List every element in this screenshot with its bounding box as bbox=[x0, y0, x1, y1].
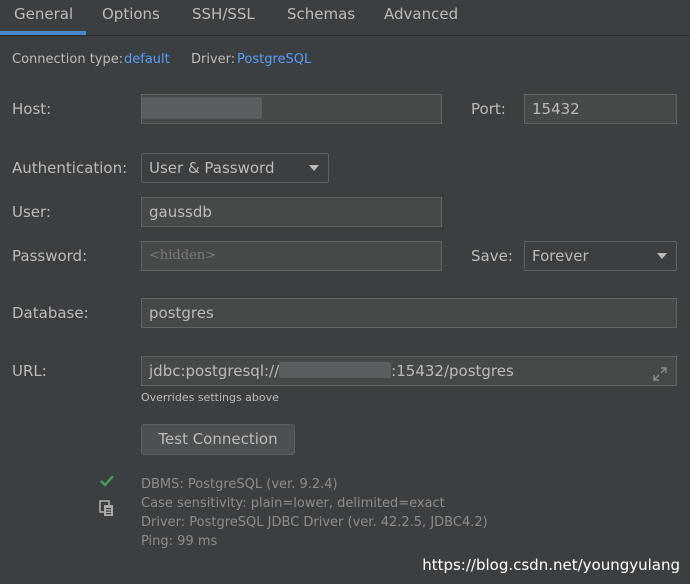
tab-advanced[interactable]: Advanced bbox=[384, 0, 458, 35]
result-case-sensitivity: Case sensitivity: plain=lower, delimited… bbox=[141, 496, 445, 511]
redacted-url-host bbox=[279, 362, 392, 378]
tab-bar: General Options SSH/SSL Schemas Advanced bbox=[0, 0, 690, 36]
password-input[interactable]: <hidden> bbox=[141, 241, 442, 271]
copy-icon[interactable] bbox=[99, 500, 115, 521]
authentication-label: Authentication: bbox=[12, 159, 128, 177]
expand-icon[interactable] bbox=[652, 363, 668, 385]
port-label: Port: bbox=[471, 100, 506, 118]
url-suffix: :15432/postgres bbox=[391, 362, 514, 380]
url-label: URL: bbox=[12, 362, 47, 380]
save-value: Forever bbox=[532, 247, 589, 265]
check-icon bbox=[99, 474, 115, 492]
watermark-text: https://blog.csdn.net/youngyulang bbox=[422, 556, 680, 574]
user-label: User: bbox=[12, 203, 51, 221]
tab-schemas[interactable]: Schemas bbox=[287, 0, 355, 35]
host-input[interactable] bbox=[141, 94, 442, 124]
active-tab-indicator bbox=[0, 31, 86, 35]
url-hint: Overrides settings above bbox=[141, 391, 279, 404]
redacted-host bbox=[142, 97, 262, 119]
result-driver: Driver: PostgreSQL JDBC Driver (ver. 42.… bbox=[141, 515, 488, 530]
database-input[interactable]: postgres bbox=[141, 298, 677, 328]
result-dbms: DBMS: PostgreSQL (ver. 9.2.4) bbox=[141, 477, 338, 492]
password-label: Password: bbox=[12, 247, 88, 265]
chevron-down-icon bbox=[657, 253, 667, 259]
tab-ssh-ssl[interactable]: SSH/SSL bbox=[192, 0, 255, 35]
connection-type-link[interactable]: default bbox=[124, 52, 170, 67]
result-ping: Ping: 99 ms bbox=[141, 534, 218, 549]
save-label: Save: bbox=[471, 247, 513, 265]
authentication-select[interactable]: User & Password bbox=[141, 153, 329, 183]
port-input[interactable]: 15432 bbox=[524, 94, 677, 124]
authentication-value: User & Password bbox=[149, 159, 275, 177]
connection-type-label: Connection type: bbox=[12, 52, 124, 67]
url-input[interactable]: jdbc:postgresql:// :15432/postgres bbox=[141, 356, 677, 386]
save-select[interactable]: Forever bbox=[524, 241, 677, 271]
chevron-down-icon bbox=[309, 165, 319, 171]
user-input[interactable]: gaussdb bbox=[141, 197, 442, 227]
url-prefix: jdbc:postgresql:// bbox=[149, 362, 280, 380]
tab-general[interactable]: General bbox=[14, 0, 73, 35]
test-connection-button[interactable]: Test Connection bbox=[141, 424, 295, 455]
host-label: Host: bbox=[12, 100, 52, 118]
driver-label: Driver: bbox=[191, 52, 236, 67]
database-label: Database: bbox=[12, 304, 89, 322]
driver-link[interactable]: PostgreSQL bbox=[237, 52, 311, 67]
tab-options[interactable]: Options bbox=[102, 0, 160, 35]
